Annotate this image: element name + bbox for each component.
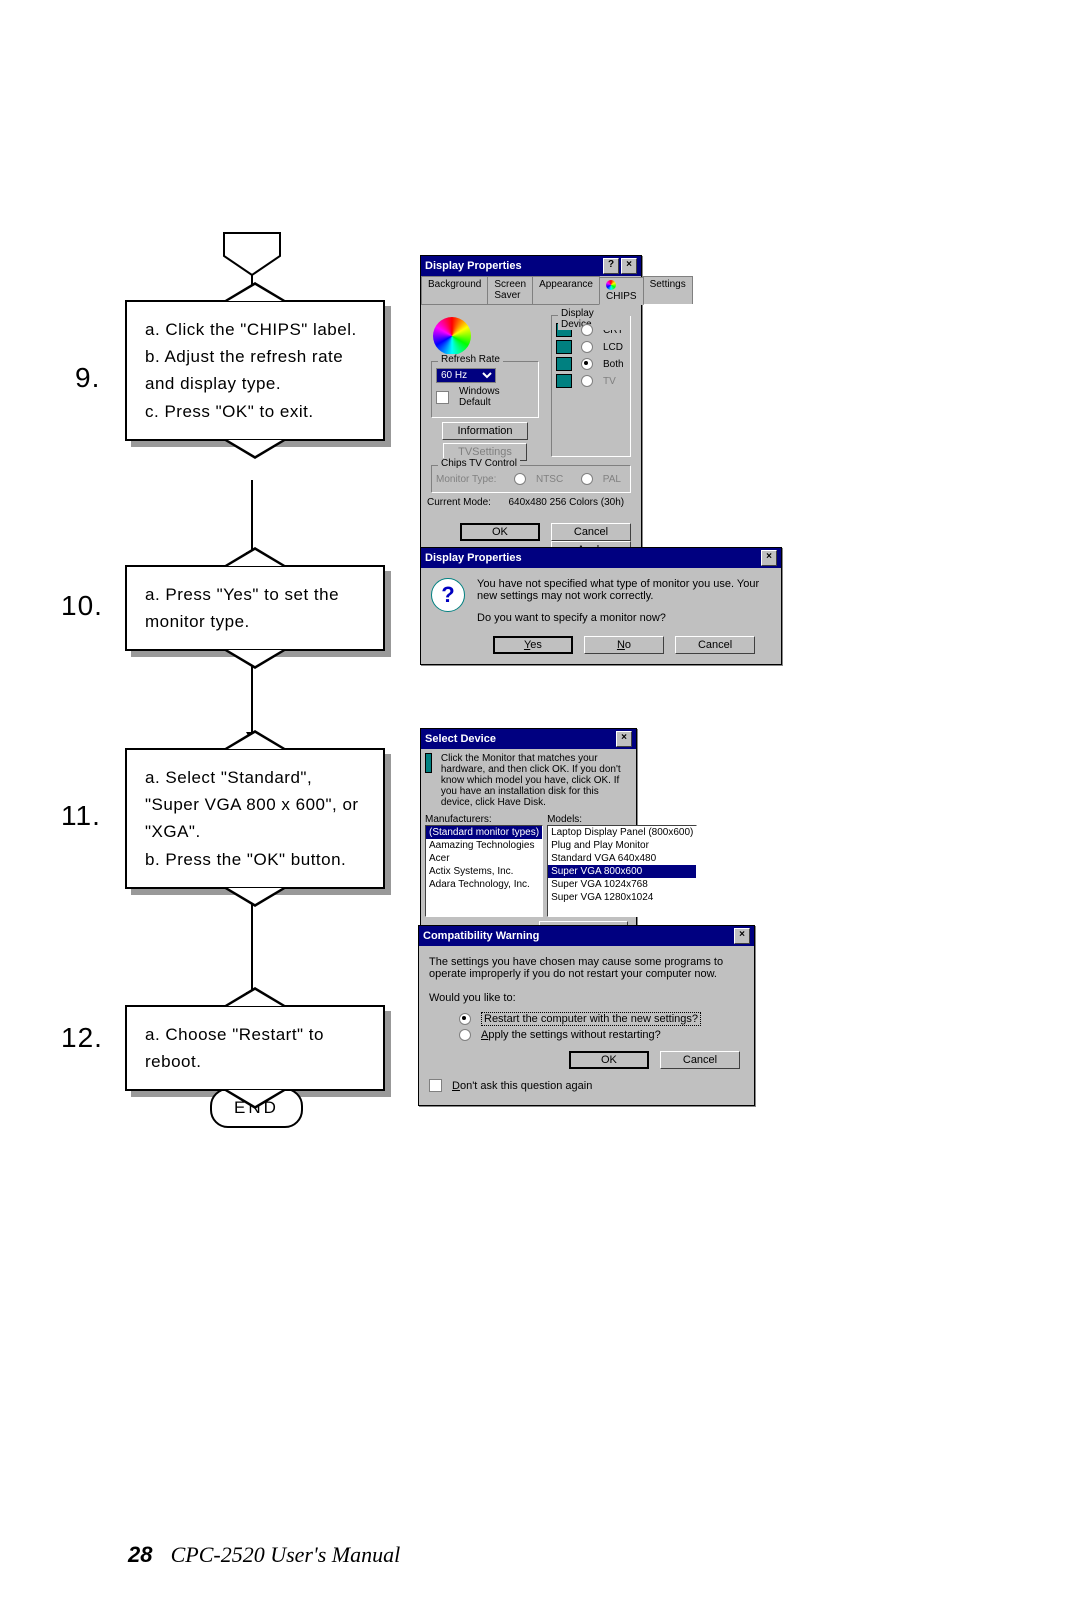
- list-item[interactable]: (Standard monitor types): [426, 826, 542, 839]
- dlg1-tabs: Background Screen Saver Appearance CHIPS…: [421, 276, 641, 305]
- flow-step-12: a. Choose "Restart" to reboot.: [125, 1005, 385, 1091]
- step-10-text: a. Press "Yes" to set the monitor type.: [145, 581, 365, 635]
- dlg4-titlebar[interactable]: Compatibility Warning ×: [419, 926, 754, 946]
- step-12-text: a. Choose "Restart" to reboot.: [145, 1021, 365, 1075]
- list-item[interactable]: Super VGA 800x600: [548, 865, 696, 878]
- flow-arrow: [251, 900, 253, 1000]
- specify-monitor-dialog: Display Properties × ? You have not speci…: [420, 547, 782, 665]
- models-list[interactable]: Laptop Display Panel (800x600) Plug and …: [547, 825, 697, 917]
- current-mode-value: 640x480 256 Colors (30h): [508, 497, 624, 508]
- dont-ask-checkbox[interactable]: [429, 1079, 442, 1092]
- tab-appearance[interactable]: Appearance: [532, 276, 600, 304]
- flow-step-9: a. Click the "CHIPS" label. b. Adjust th…: [125, 300, 385, 441]
- page-number: 28: [128, 1542, 152, 1567]
- flow-step-10: a. Press "Yes" to set the monitor type.: [125, 565, 385, 651]
- dlg4-message: The settings you have chosen may cause s…: [429, 956, 744, 980]
- cancel-button[interactable]: Cancel: [660, 1051, 740, 1069]
- page-footer: 28 CPC-2520 User's Manual: [128, 1542, 400, 1568]
- tv-radio: [581, 375, 593, 387]
- step-number-10: 10.: [61, 590, 103, 622]
- no-button[interactable]: No: [584, 636, 664, 654]
- manufacturers-label: Manufacturers:: [425, 814, 543, 825]
- refresh-rate-select[interactable]: 60 Hz: [436, 368, 496, 383]
- question-icon: ?: [431, 578, 465, 612]
- tab-settings[interactable]: Settings: [643, 276, 693, 304]
- tab-chips[interactable]: CHIPS: [599, 277, 644, 305]
- flow-step-11: a. Select "Standard", "Super VGA 800 x 6…: [125, 748, 385, 889]
- manual-title: CPC-2520 User's Manual: [171, 1542, 401, 1567]
- windows-default-checkbox[interactable]: [436, 391, 449, 404]
- monitor-icon: [425, 753, 432, 773]
- dlg3-titlebar[interactable]: Select Device ×: [421, 729, 636, 749]
- restart-option-label: Restart the computer with the new settin…: [481, 1012, 701, 1026]
- yes-button[interactable]: Yes: [493, 636, 573, 654]
- list-item[interactable]: Standard VGA 640x480: [548, 852, 696, 865]
- dlg4-prompt: Would you like to:: [429, 992, 744, 1004]
- dlg2-titlebar[interactable]: Display Properties ×: [421, 548, 781, 568]
- chips-logo-icon: [433, 317, 471, 355]
- compatibility-warning-dialog: Compatibility Warning × The settings you …: [418, 925, 755, 1106]
- tab-screensaver[interactable]: Screen Saver: [487, 276, 533, 304]
- list-item[interactable]: Adara Technology, Inc.: [426, 878, 542, 891]
- list-item[interactable]: Super VGA 1024x768: [548, 878, 696, 891]
- cancel-button[interactable]: Cancel: [551, 523, 631, 541]
- connector-shape: [223, 232, 281, 276]
- step-number-12: 12.: [61, 1022, 103, 1054]
- both-radio[interactable]: [581, 358, 593, 370]
- tv-control-label: Chips TV Control: [438, 458, 520, 469]
- flow-arrow: [251, 660, 253, 740]
- cancel-button[interactable]: Cancel: [675, 636, 755, 654]
- display-properties-chips-dialog: Display Properties ?× Background Screen …: [420, 255, 642, 566]
- dlg3-hint: Click the Monitor that matches your hard…: [441, 753, 632, 808]
- dont-ask-label: Don't ask this question again: [452, 1080, 592, 1092]
- models-label: Models:: [547, 814, 697, 825]
- step-number-11: 11.: [61, 800, 101, 832]
- step-number-9: 9.: [75, 362, 100, 394]
- apply-radio[interactable]: [459, 1029, 471, 1041]
- step-11-text: a. Select "Standard", "Super VGA 800 x 6…: [145, 764, 365, 873]
- tab-background[interactable]: Background: [421, 276, 488, 304]
- dlg2-title: Display Properties: [425, 552, 522, 564]
- information-button[interactable]: Information: [442, 422, 527, 440]
- list-item[interactable]: Super VGA 1280x1024: [548, 891, 696, 904]
- refresh-rate-label: Refresh Rate: [438, 354, 503, 365]
- lcd-radio[interactable]: [581, 341, 593, 353]
- ok-button[interactable]: OK: [569, 1051, 649, 1069]
- close-icon[interactable]: ×: [734, 928, 750, 944]
- current-mode-label: Current Mode:: [427, 497, 491, 508]
- both-icon: [556, 357, 572, 371]
- dlg2-message-1: You have not specified what type of moni…: [477, 578, 771, 602]
- dlg1-titlebar[interactable]: Display Properties ?×: [421, 256, 641, 276]
- close-icon[interactable]: ×: [621, 258, 637, 274]
- dlg2-message-2: Do you want to specify a monitor now?: [477, 612, 771, 624]
- apply-option-label: Apply the settings without restarting?: [481, 1029, 661, 1041]
- crt-radio[interactable]: [581, 324, 593, 336]
- list-item[interactable]: Aamazing Technologies: [426, 839, 542, 852]
- dlg3-title: Select Device: [425, 733, 496, 745]
- list-item[interactable]: Acer: [426, 852, 542, 865]
- help-icon[interactable]: ?: [603, 258, 619, 274]
- manufacturers-list[interactable]: (Standard monitor types) Aamazing Techno…: [425, 825, 543, 917]
- manual-page: 9. a. Click the "CHIPS" label. b. Adjust…: [0, 0, 1080, 1618]
- lcd-icon: [556, 340, 572, 354]
- ok-button[interactable]: OK: [460, 523, 540, 541]
- close-icon[interactable]: ×: [616, 731, 632, 747]
- display-device-label: Display Device: [558, 308, 630, 330]
- list-item[interactable]: Actix Systems, Inc.: [426, 865, 542, 878]
- tv-icon: [556, 374, 572, 388]
- restart-radio[interactable]: [459, 1013, 471, 1025]
- dlg1-title: Display Properties: [425, 260, 522, 272]
- list-item[interactable]: Plug and Play Monitor: [548, 839, 696, 852]
- step-9-text: a. Click the "CHIPS" label. b. Adjust th…: [145, 316, 365, 425]
- dlg4-title: Compatibility Warning: [423, 930, 539, 942]
- close-icon[interactable]: ×: [761, 550, 777, 566]
- list-item[interactable]: Laptop Display Panel (800x600): [548, 826, 696, 839]
- windows-default-label: Windows Default: [459, 386, 534, 408]
